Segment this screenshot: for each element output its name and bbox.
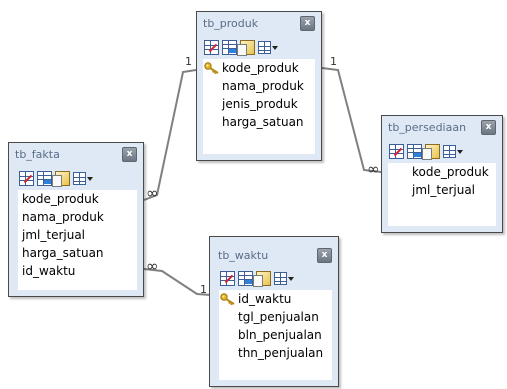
field-jenis-produk[interactable]: jenis_produk: [203, 95, 315, 113]
field-nama-produk[interactable]: nama_produk: [203, 77, 315, 95]
field-kode-produk[interactable]: kode_produk: [203, 59, 315, 77]
properties-icon[interactable]: [52, 171, 70, 187]
field-id-waktu[interactable]: id_waktu: [219, 290, 332, 308]
delete-table-icon[interactable]: [19, 171, 34, 186]
field-label: bln_penjualan: [238, 328, 322, 342]
table-toolbar: [220, 270, 295, 287]
field-label: thn_penjualan: [238, 346, 324, 360]
primary-key-icon[interactable]: [407, 144, 422, 159]
view-dropdown-icon[interactable]: [73, 171, 94, 186]
field-list: kode_produk nama_produk jml_terjual harg…: [18, 190, 137, 290]
field-harga-satuan[interactable]: harga_satuan: [203, 113, 315, 131]
table-tb-fakta[interactable]: tb_fakta x kode_produk nama_produk jml_t…: [8, 142, 144, 297]
field-label: tgl_penjualan: [238, 310, 319, 324]
field-label: id_waktu: [22, 264, 76, 278]
field-label: kode_produk: [412, 165, 489, 179]
table-toolbar: [204, 39, 279, 56]
close-icon[interactable]: x: [317, 248, 332, 263]
key-icon: [220, 293, 235, 305]
table-toolbar: [19, 170, 94, 187]
field-id-waktu[interactable]: id_waktu: [18, 262, 137, 280]
field-label: nama_produk: [222, 79, 304, 93]
field-label: jml_terjual: [22, 228, 86, 242]
field-label: jenis_produk: [222, 97, 298, 111]
field-thn-penjualan[interactable]: thn_penjualan: [219, 344, 332, 362]
cardinality-one-waktu-fakta: 1: [200, 283, 207, 296]
primary-key-icon[interactable]: [238, 271, 253, 286]
field-label: harga_satuan: [22, 246, 104, 260]
cardinality-one-produk-fakta: 1: [185, 55, 192, 68]
properties-icon[interactable]: [422, 144, 440, 160]
table-title: tb_fakta: [15, 148, 60, 161]
view-dropdown-icon[interactable]: [258, 40, 279, 55]
close-icon[interactable]: x: [300, 16, 315, 31]
table-title: tb_produk: [203, 17, 259, 30]
cardinality-many-produk-fakta: ∞: [146, 184, 159, 202]
close-icon[interactable]: x: [122, 147, 137, 162]
delete-table-icon[interactable]: [204, 40, 219, 55]
relationship-line-produk-fakta[interactable]: [143, 69, 197, 201]
field-label: id_waktu: [238, 292, 292, 306]
delete-table-icon[interactable]: [389, 144, 404, 159]
delete-table-icon[interactable]: [220, 271, 235, 286]
key-icon: [204, 62, 219, 74]
field-bln-penjualan[interactable]: bln_penjualan: [219, 326, 332, 344]
field-label: nama_produk: [22, 210, 104, 224]
field-nama-produk[interactable]: nama_produk: [18, 208, 137, 226]
field-list: kode_produk nama_produk jenis_produk har…: [203, 59, 315, 154]
properties-icon[interactable]: [237, 40, 255, 56]
field-list: kode_produk jml_terjual: [388, 163, 496, 226]
table-title: tb_persediaan: [388, 121, 467, 134]
field-jml-terjual[interactable]: jml_terjual: [18, 226, 137, 244]
table-tb-produk[interactable]: tb_produk x kode_produk nama_produk jeni…: [196, 11, 322, 161]
field-tgl-penjualan[interactable]: tgl_penjualan: [219, 308, 332, 326]
table-title: tb_waktu: [218, 249, 269, 262]
field-label: harga_satuan: [222, 115, 304, 129]
field-label: jml_terjual: [412, 183, 476, 197]
table-tb-waktu[interactable]: tb_waktu x id_waktu tgl_penjualan bln_pe…: [209, 236, 339, 387]
field-kode-produk[interactable]: kode_produk: [18, 190, 137, 208]
view-dropdown-icon[interactable]: [274, 271, 295, 286]
close-icon[interactable]: x: [481, 120, 496, 135]
cardinality-many-produk-persediaan: ∞: [367, 160, 380, 178]
field-label: kode_produk: [222, 61, 299, 75]
cardinality-many-waktu-fakta: ∞: [146, 257, 159, 275]
primary-key-icon[interactable]: [222, 40, 237, 55]
field-list: id_waktu tgl_penjualan bln_penjualan thn…: [219, 290, 332, 380]
table-toolbar: [389, 143, 464, 160]
table-tb-persediaan[interactable]: tb_persediaan x kode_produk jml_terjual: [381, 115, 503, 233]
properties-icon[interactable]: [253, 271, 271, 287]
field-jml-terjual[interactable]: jml_terjual: [388, 181, 496, 199]
field-kode-produk[interactable]: kode_produk: [388, 163, 496, 181]
primary-key-icon[interactable]: [37, 171, 52, 186]
field-label: kode_produk: [22, 192, 99, 206]
view-dropdown-icon[interactable]: [443, 144, 464, 159]
cardinality-one-produk-persediaan: 1: [330, 55, 337, 68]
field-harga-satuan[interactable]: harga_satuan: [18, 244, 137, 262]
relationship-line-produk-persediaan[interactable]: [321, 67, 382, 173]
